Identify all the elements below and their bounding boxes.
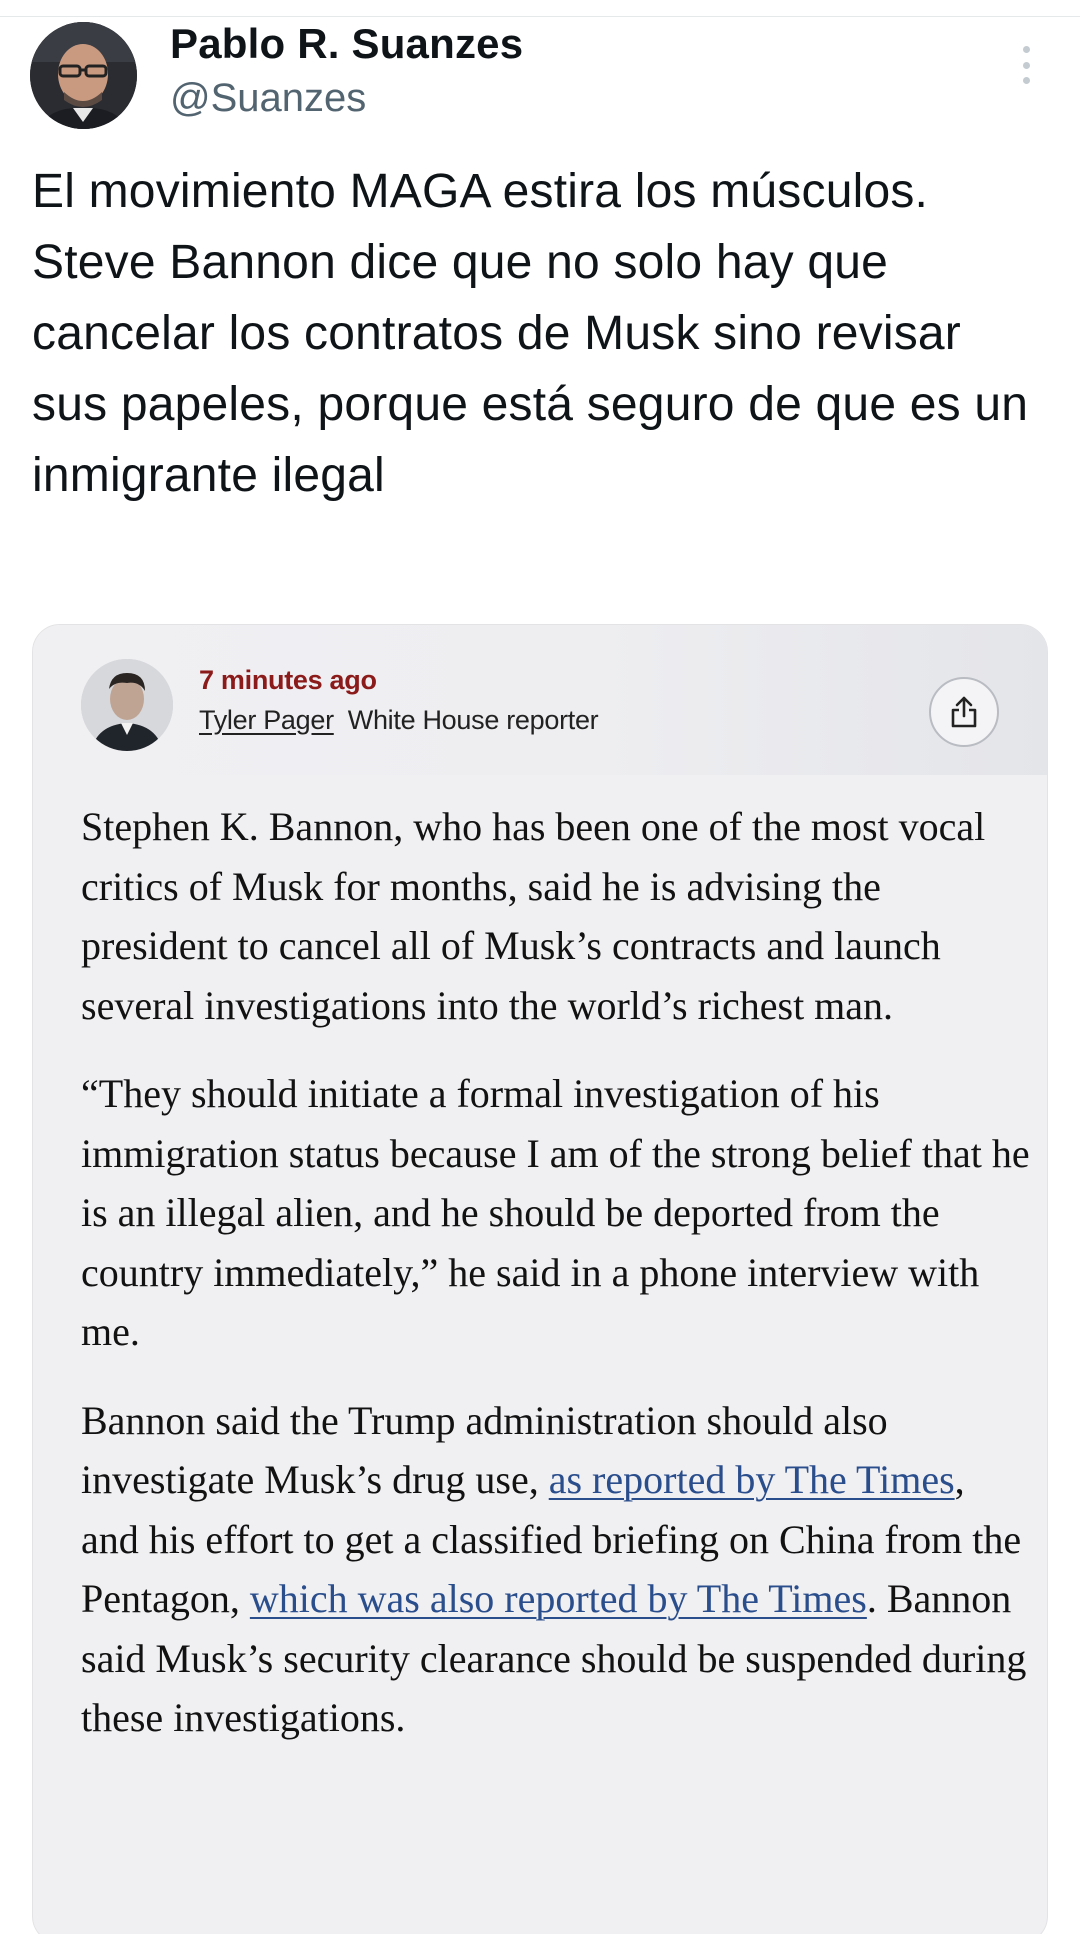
share-button[interactable] — [929, 677, 999, 747]
author-avatar[interactable] — [30, 22, 137, 129]
more-vertical-icon[interactable] — [1018, 46, 1034, 84]
share-icon — [951, 696, 977, 728]
article-body: Stephen K. Bannon, who has been one of t… — [81, 797, 1031, 1777]
link-also-reported[interactable]: which was also reported by The Times — [250, 1576, 867, 1621]
article-paragraph-2: “They should initiate a formal investiga… — [81, 1071, 1030, 1354]
embedded-screenshot[interactable]: 7 minutes ago Tyler Pager White House rep… — [32, 624, 1048, 1934]
link-as-reported[interactable]: as reported by The Times — [549, 1457, 955, 1502]
article-paragraph-3: Bannon said the Trump administration sho… — [81, 1391, 1031, 1748]
card-header-background — [33, 625, 1047, 775]
article-paragraph-1: Stephen K. Bannon, who has been one of t… — [81, 804, 986, 1028]
author-name[interactable]: Pablo R. Suanzes — [170, 20, 523, 68]
top-divider — [0, 16, 1080, 17]
reporter-name-link[interactable]: Tyler Pager — [199, 705, 334, 735]
reporter-byline: Tyler Pager White House reporter — [199, 705, 599, 736]
post-timestamp: 7 minutes ago — [199, 665, 377, 695]
tweet-text: El movimiento MAGA estira los músculos. … — [32, 165, 1029, 502]
author-handle[interactable]: @Suanzes — [170, 76, 366, 121]
reporter-role: White House reporter — [347, 705, 599, 735]
reporter-avatar — [81, 659, 173, 751]
